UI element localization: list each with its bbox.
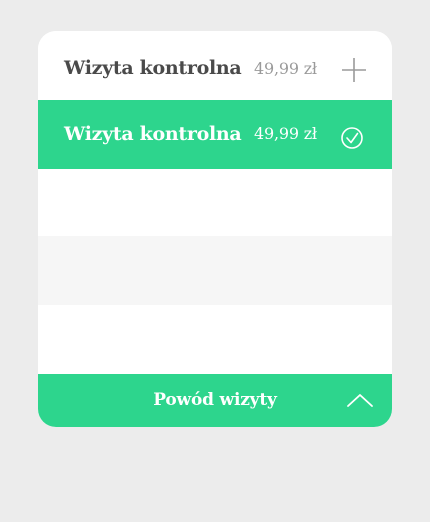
visit-reason-label: Powód wizyty — [153, 390, 277, 410]
service-selection-card: Wizyta kontrolna 49,99 zł Wizyta kontrol… — [38, 31, 392, 427]
empty-row — [38, 169, 392, 236]
chevron-up-icon[interactable] — [346, 390, 374, 410]
service-name: Wizyta kontrolna — [64, 123, 242, 145]
empty-row — [38, 305, 392, 374]
service-price: 49,99 zł — [254, 59, 317, 78]
service-name: Wizyta kontrolna — [64, 57, 242, 79]
service-row[interactable]: Wizyta kontrolna 49,99 zł — [38, 31, 392, 100]
service-price: 49,99 zł — [254, 124, 317, 143]
plus-icon[interactable] — [340, 56, 368, 84]
visit-reason-toggle[interactable]: Powód wizyty — [38, 374, 392, 427]
check-circle-icon[interactable] — [338, 124, 366, 152]
empty-row — [38, 236, 392, 305]
service-row-selected[interactable]: Wizyta kontrolna 49,99 zł — [38, 100, 392, 169]
